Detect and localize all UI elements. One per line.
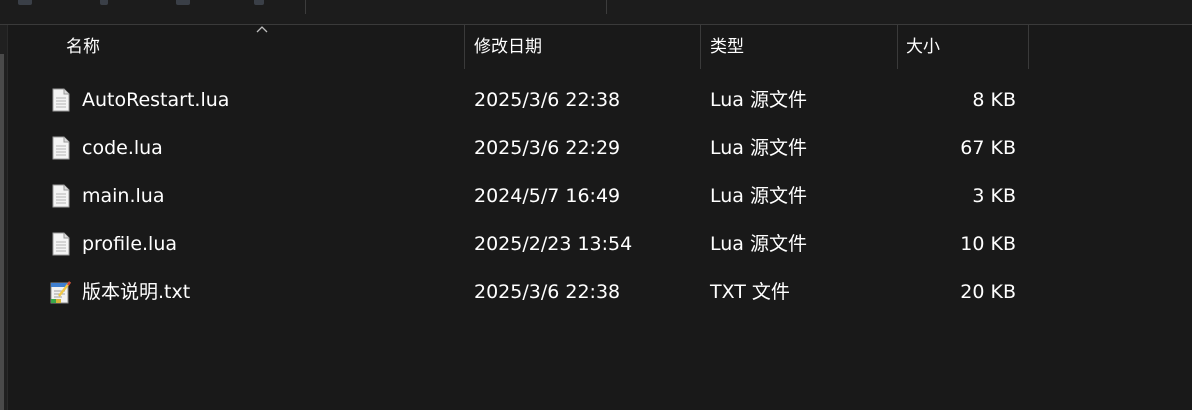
file-name: code.lua [82,137,163,159]
file-row[interactable]: 版本说明.txt 2025/3/6 22:38 TXT 文件 20 KB [20,268,1030,316]
file-date: 2024/5/7 16:49 [474,185,621,207]
file-type: Lua 源文件 [710,89,807,111]
file-explorer-window: 名称 修改日期 类型 大小 AutoRestart.lua 2025/3/6 2… [0,0,1192,410]
file-row[interactable]: code.lua 2025/3/6 22:29 Lua 源文件 67 KB [20,124,1030,172]
toolbar [0,0,1192,25]
file-size: 20 KB [960,281,1016,303]
file-row[interactable]: main.lua 2024/5/7 16:49 Lua 源文件 3 KB [20,172,1030,220]
sort-ascending-icon [256,26,268,33]
file-date: 2025/3/6 22:29 [474,137,621,159]
file-type: Lua 源文件 [710,185,807,207]
column-header-size[interactable]: 大小 [898,25,1028,69]
file-name: main.lua [82,185,165,207]
navigation-pane-scrollbar[interactable] [0,54,4,410]
file-size: 8 KB [972,89,1016,111]
column-header-date[interactable]: 修改日期 [466,25,700,69]
file-row[interactable]: profile.lua 2025/2/23 13:54 Lua 源文件 10 K… [20,220,1030,268]
toolbar-separator [305,0,306,14]
column-divider[interactable] [464,25,465,69]
toolbar-separator [606,0,607,14]
file-name: profile.lua [82,233,178,255]
toolbar-button-icon[interactable] [176,0,190,5]
column-divider[interactable] [1028,25,1029,69]
toolbar-button-icon[interactable] [18,0,32,5]
column-divider[interactable] [700,25,701,69]
lua-file-icon [52,136,70,160]
lua-file-icon [52,232,70,256]
notepad-file-icon [50,281,71,304]
file-size: 3 KB [972,185,1016,207]
file-name: AutoRestart.lua [82,89,230,111]
file-date: 2025/2/23 13:54 [474,233,633,255]
file-date: 2025/3/6 22:38 [474,281,621,303]
lua-file-icon [52,88,70,112]
column-header-type[interactable]: 类型 [702,25,897,69]
toolbar-button-icon[interactable] [254,0,264,5]
lua-file-icon [52,184,70,208]
file-size: 10 KB [960,233,1016,255]
file-type: Lua 源文件 [710,233,807,255]
file-name: 版本说明.txt [82,281,191,303]
file-size: 67 KB [960,137,1016,159]
file-row[interactable]: AutoRestart.lua 2025/3/6 22:38 Lua 源文件 8… [20,76,1030,124]
column-header-row: 名称 修改日期 类型 大小 [20,25,1192,69]
file-date: 2025/3/6 22:38 [474,89,621,111]
toolbar-button-icon[interactable] [100,0,108,5]
file-type: TXT 文件 [710,281,790,303]
file-type: Lua 源文件 [710,137,807,159]
